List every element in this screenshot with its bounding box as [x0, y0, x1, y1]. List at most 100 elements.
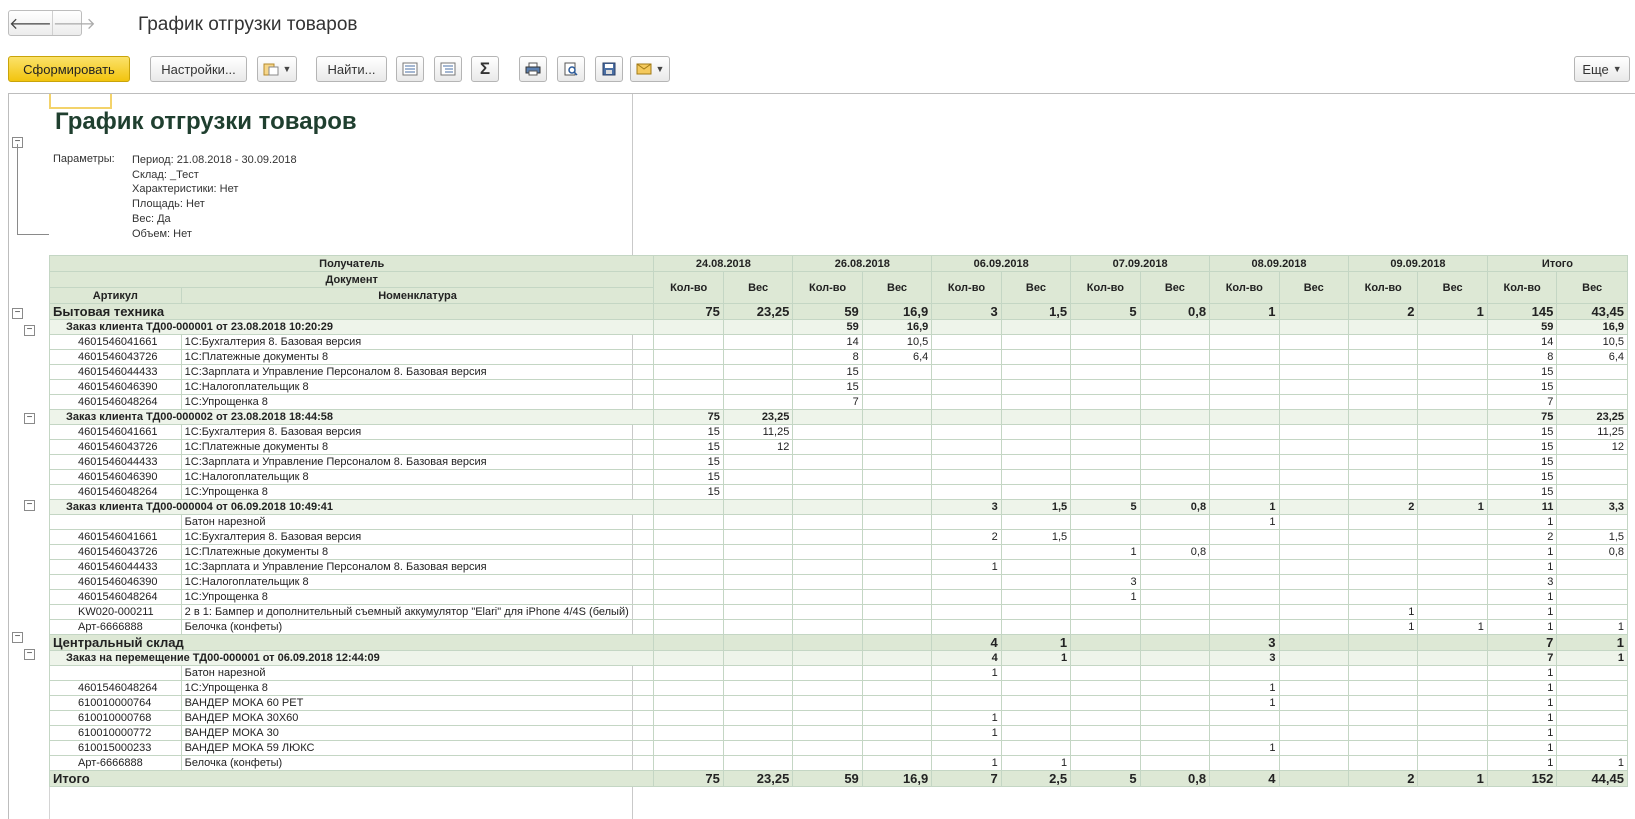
weight-cell: 1,5 [1556, 529, 1628, 545]
weight-cell [1000, 665, 1072, 681]
param-warehouse: Склад: _Тест [132, 168, 199, 181]
item-row: 4601546041661 1С:Бухгалтерия 8. Базовая в… [49, 334, 1628, 350]
qty-cell [792, 695, 863, 711]
nomenclature-cell: 1С:Упрощенка 8 [180, 589, 655, 605]
header-document: Документ [48, 271, 655, 288]
print-button[interactable] [519, 56, 547, 82]
save-button[interactable] [595, 56, 623, 82]
qty-cell: 15 [1486, 424, 1558, 440]
collapse-group-toggle[interactable]: − [12, 631, 23, 643]
collapse-document-toggle[interactable]: − [24, 500, 35, 512]
param-volume: Объем: Нет [132, 227, 192, 240]
collapse-document-toggle[interactable]: − [24, 648, 35, 660]
send-email-button[interactable]: ▼ [630, 56, 670, 82]
header-date: 07.09.2018 [1070, 255, 1211, 272]
qty-cell: 15 [1486, 484, 1558, 500]
weight-cell [1000, 319, 1072, 335]
weight-cell [722, 589, 794, 605]
weight-cell [861, 574, 933, 590]
qty-cell [1070, 559, 1141, 575]
qty-cell [792, 499, 863, 515]
qty-cell [931, 695, 1002, 711]
preview-button[interactable] [557, 56, 585, 82]
settings-button[interactable]: Настройки... [150, 56, 247, 82]
qty-cell: 1 [1486, 680, 1558, 696]
weight-cell [1278, 409, 1349, 425]
collapse-document-toggle[interactable]: − [24, 412, 35, 424]
weight-cell [1278, 349, 1349, 365]
qty-cell [931, 379, 1002, 395]
weight-cell [861, 439, 933, 455]
qty-cell: 15 [653, 469, 724, 485]
header-date: Итого [1486, 255, 1629, 272]
weight-cell [1556, 394, 1628, 410]
weight-cell [861, 514, 933, 530]
item-row: 4601546043726 1С:Платежные документы 8 1 0,… [49, 544, 1628, 560]
more-button-label: Еще [1582, 61, 1609, 77]
weight-cell [1278, 514, 1349, 530]
weight-cell [1139, 484, 1211, 500]
weight-cell [1139, 574, 1211, 590]
weight-cell: 16,9 [861, 319, 933, 335]
qty-cell [653, 334, 724, 350]
params-list: Период: 21.08.2018 - 30.09.2018 Склад: _… [132, 153, 297, 241]
nomenclature-cell: ВАНДЕР МОКА 60 РЕТ [180, 695, 655, 711]
nomenclature-cell: ВАНДЕР МОКА 30Х60 [180, 710, 655, 726]
qty-cell: 1 [1486, 604, 1558, 620]
collapse-document-toggle[interactable]: − [24, 325, 35, 336]
item-row: KW020-000211 2 в 1: Бампер и дополнительн… [49, 604, 1628, 620]
qty-cell [653, 559, 724, 575]
find-button[interactable]: Найти... [316, 56, 387, 82]
weight-cell [1000, 484, 1072, 500]
floppy-disk-icon [602, 62, 616, 76]
back-button[interactable]: 🡐 [9, 11, 52, 35]
qty-cell: 59 [1486, 319, 1558, 335]
qty-cell [653, 364, 724, 380]
weight-cell: 1 [1000, 650, 1072, 666]
qty-cell [792, 710, 863, 726]
collapse-group-toggle[interactable]: − [12, 308, 23, 319]
weight-cell: 23,25 [1556, 409, 1628, 425]
active-cell-highlight [49, 94, 112, 109]
article-cell: 4601546048264 [49, 680, 182, 696]
weight-cell: 1 [1417, 303, 1488, 320]
weight-cell [1000, 574, 1072, 590]
more-button[interactable]: Еще ▼ [1574, 56, 1630, 82]
qty-cell [653, 665, 724, 681]
weight-cell [861, 559, 933, 575]
qty-cell [931, 319, 1002, 335]
weight-cell [1139, 319, 1211, 335]
weight-cell [1278, 529, 1349, 545]
weight-cell [1417, 634, 1488, 651]
forward-button[interactable]: 🡒 [51, 11, 96, 35]
qty-cell [1347, 559, 1419, 575]
weight-cell: 6,4 [861, 349, 933, 365]
qty-cell [1070, 755, 1141, 771]
qty-cell [1070, 650, 1141, 666]
qty-cell: 8 [1486, 349, 1558, 365]
weight-cell [1278, 740, 1349, 756]
qty-cell [1209, 469, 1280, 485]
weight-cell: 16,9 [861, 303, 933, 320]
generate-button[interactable]: Сформировать [8, 56, 130, 82]
qty-cell: 1 [1486, 740, 1558, 756]
weight-cell [861, 454, 933, 470]
nomenclature-cell: 1С:Упрощенка 8 [180, 484, 655, 500]
expand-groups-button[interactable] [434, 56, 462, 82]
collapse-groups-button[interactable] [396, 56, 424, 82]
qty-cell [653, 394, 724, 410]
weight-cell [1417, 514, 1488, 530]
sum-button[interactable]: Σ [471, 56, 499, 82]
weight-cell [861, 379, 933, 395]
weight-cell [1139, 559, 1211, 575]
weight-cell [722, 364, 794, 380]
weight-cell [861, 695, 933, 711]
weight-cell [861, 364, 933, 380]
qty-cell [1070, 409, 1141, 425]
qty-cell [653, 755, 724, 771]
item-row: 4601546048264 1С:Упрощенка 8 7 7 [49, 394, 1628, 410]
weight-cell [1139, 650, 1211, 666]
weight-cell [1139, 514, 1211, 530]
variant-dropdown-button[interactable]: ▼ [257, 56, 297, 82]
qty-cell: 4 [1209, 770, 1280, 787]
